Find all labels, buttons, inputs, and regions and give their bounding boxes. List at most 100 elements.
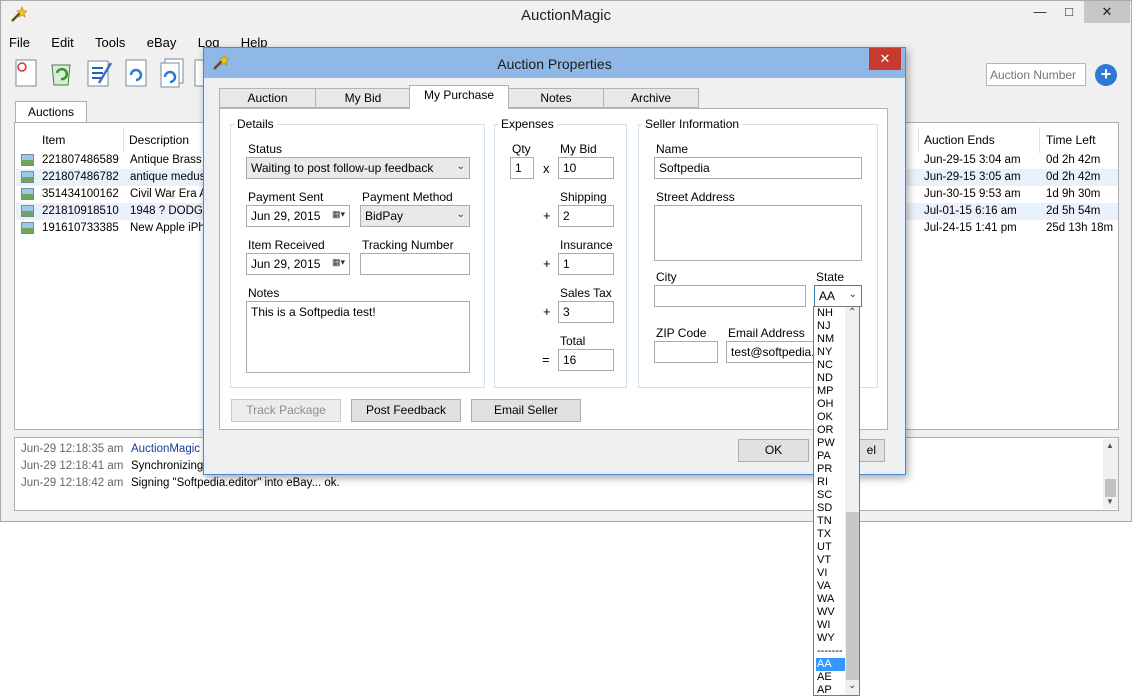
state-option[interactable]: NJ xyxy=(816,320,845,333)
refresh-all-icon[interactable] xyxy=(158,57,186,89)
item-received-date[interactable]: Jun 29, 2015 ▦▾ xyxy=(246,253,350,275)
minimize-button[interactable]: — xyxy=(1026,1,1054,23)
state-option[interactable]: NM xyxy=(816,333,845,346)
recycle-icon[interactable] xyxy=(47,57,75,89)
zip-code-input[interactable] xyxy=(654,341,718,363)
chevron-down-icon[interactable]: ⌄ xyxy=(848,680,856,691)
state-scroll-thumb[interactable] xyxy=(846,512,859,680)
picture-icon xyxy=(21,205,34,217)
my-bid-input[interactable]: 10 xyxy=(558,157,614,179)
column-header-auction-ends[interactable]: Auction Ends xyxy=(924,133,995,147)
state-list-scrollbar[interactable]: ⌃ ⌄ xyxy=(845,307,859,695)
chevron-down-icon: ⌄ xyxy=(848,289,857,300)
state-option[interactable]: NC xyxy=(816,359,845,372)
state-option[interactable]: RI xyxy=(816,476,845,489)
state-option[interactable]: TX xyxy=(816,528,845,541)
state-option[interactable]: WV xyxy=(816,606,845,619)
row-left: 1d 9h 30m xyxy=(1046,188,1101,200)
menu-ebay[interactable]: eBay xyxy=(147,35,177,50)
state-option[interactable]: MP xyxy=(816,385,845,398)
state-option[interactable]: PW xyxy=(816,437,845,450)
state-option[interactable]: NY xyxy=(816,346,845,359)
new-auction-icon[interactable] xyxy=(12,57,40,89)
total-label: Total xyxy=(560,334,586,348)
auction-number-input[interactable] xyxy=(986,63,1086,86)
sales-tax-input[interactable]: 3 xyxy=(558,301,614,323)
tab-my-bid[interactable]: My Bid xyxy=(315,88,411,108)
chevron-up-icon[interactable]: ⌃ xyxy=(848,307,856,318)
refresh-icon[interactable] xyxy=(122,57,150,89)
state-option[interactable]: SC xyxy=(816,489,845,502)
payment-method-value: BidPay xyxy=(365,209,404,223)
state-option-selected[interactable]: AA xyxy=(816,658,845,671)
payment-sent-date[interactable]: Jun 29, 2015 ▦▾ xyxy=(246,205,350,227)
insurance-input[interactable]: 1 xyxy=(558,253,614,275)
state-option[interactable]: WA xyxy=(816,593,845,606)
qty-input[interactable]: 1 xyxy=(510,157,534,179)
state-option[interactable]: PR xyxy=(816,463,845,476)
state-option[interactable]: VI xyxy=(816,567,845,580)
email-address-input[interactable]: test@softpedia.co xyxy=(726,341,816,363)
scroll-up-icon[interactable]: ▲ xyxy=(1106,441,1114,450)
state-option[interactable]: OH xyxy=(816,398,845,411)
item-received-value: Jun 29, 2015 xyxy=(251,257,321,271)
log-scroll-thumb[interactable] xyxy=(1105,479,1116,497)
state-option[interactable]: SD xyxy=(816,502,845,515)
log-scrollbar[interactable]: ▲ ▼ xyxy=(1103,439,1118,509)
state-option[interactable]: WY xyxy=(816,632,845,645)
scroll-down-icon[interactable]: ▼ xyxy=(1106,497,1114,506)
total-input[interactable]: 16 xyxy=(558,349,614,371)
row-left: 2d 5h 54m xyxy=(1046,205,1101,217)
state-option[interactable]: OK xyxy=(816,411,845,424)
state-option[interactable]: AP xyxy=(816,684,845,695)
add-auction-icon[interactable]: + xyxy=(1095,64,1117,86)
state-option[interactable]: WI xyxy=(816,619,845,632)
column-header-time-left[interactable]: Time Left xyxy=(1046,133,1096,147)
calendar-icon[interactable]: ▦▾ xyxy=(332,209,345,220)
email-seller-button[interactable]: Email Seller xyxy=(471,399,581,422)
tab-my-purchase[interactable]: My Purchase xyxy=(409,85,509,109)
shipping-label: Shipping xyxy=(560,190,607,204)
state-option[interactable]: OR xyxy=(816,424,845,437)
post-feedback-button[interactable]: Post Feedback xyxy=(351,399,461,422)
state-option[interactable]: VA xyxy=(816,580,845,593)
notes-textarea[interactable]: This is a Softpedia test! xyxy=(246,301,470,373)
column-header-description[interactable]: Description xyxy=(129,133,189,147)
row-left: 0d 2h 42m xyxy=(1046,154,1101,166)
calendar-icon[interactable]: ▦▾ xyxy=(332,257,345,268)
dialog-titlebar[interactable]: Auction Properties ✕ xyxy=(204,48,905,78)
name-input[interactable]: Softpedia xyxy=(654,157,862,179)
tab-archive[interactable]: Archive xyxy=(603,88,699,108)
ok-button[interactable]: OK xyxy=(738,439,809,462)
state-option[interactable]: TN xyxy=(816,515,845,528)
maximize-button[interactable]: □ xyxy=(1055,1,1083,23)
state-option[interactable]: VT xyxy=(816,554,845,567)
city-input[interactable] xyxy=(654,285,806,307)
state-dropdown-list[interactable]: NH NJ NM NY NC ND MP OH OK OR PW PA PR R… xyxy=(813,306,860,696)
state-option[interactable]: AE xyxy=(816,671,845,684)
state-option[interactable]: ND xyxy=(816,372,845,385)
edit-properties-icon[interactable] xyxy=(85,57,113,89)
state-option[interactable]: PA xyxy=(816,450,845,463)
shipping-input[interactable]: 2 xyxy=(558,205,614,227)
main-titlebar[interactable]: AuctionMagic — □ ✕ xyxy=(1,1,1131,32)
tab-notes[interactable]: Notes xyxy=(508,88,604,108)
dialog-close-button[interactable]: ✕ xyxy=(869,48,901,70)
payment-method-select[interactable]: BidPay ⌄ xyxy=(360,205,470,227)
street-address-textarea[interactable] xyxy=(654,205,862,261)
column-header-item[interactable]: Item xyxy=(42,133,65,147)
state-option-separator: -------- xyxy=(817,645,843,670)
state-option[interactable]: NH xyxy=(816,307,845,320)
close-button[interactable]: ✕ xyxy=(1084,1,1130,23)
menu-tools[interactable]: Tools xyxy=(95,35,125,50)
status-select[interactable]: Waiting to post follow-up feedback ⌄ xyxy=(246,157,470,179)
menu-file[interactable]: File xyxy=(9,35,30,50)
track-package-button[interactable]: Track Package xyxy=(231,399,341,422)
state-select[interactable]: AA ⌄ xyxy=(814,285,862,307)
state-option[interactable]: UT xyxy=(816,541,845,554)
menu-edit[interactable]: Edit xyxy=(51,35,73,50)
tab-auctions[interactable]: Auctions xyxy=(15,101,87,123)
auction-properties-dialog: Auction Properties ✕ Auction My Bid My P… xyxy=(203,47,906,475)
tracking-number-input[interactable] xyxy=(360,253,470,275)
tab-auction[interactable]: Auction xyxy=(219,88,316,108)
